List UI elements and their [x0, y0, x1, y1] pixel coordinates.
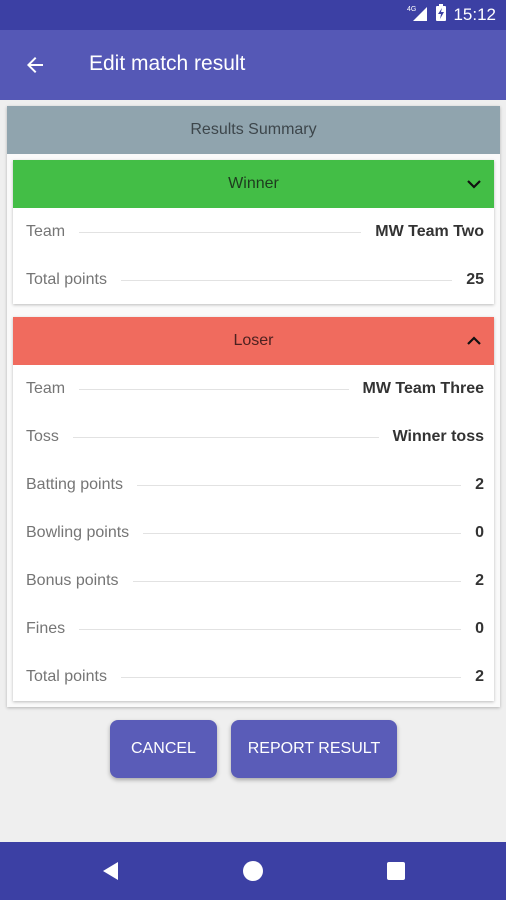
loser-fines-row: Fines 0	[13, 605, 494, 653]
navigation-bar	[0, 842, 506, 900]
row-label: Total points	[26, 271, 107, 288]
row-value: 0	[475, 524, 484, 541]
loser-header[interactable]: Loser	[13, 317, 494, 365]
row-value: MW Team Two	[375, 223, 484, 240]
page-title: Edit match result	[89, 52, 246, 75]
row-divider	[79, 628, 462, 630]
status-bar: 4G 15:12	[0, 0, 506, 30]
winner-total-points-row: Total points 25	[13, 256, 494, 304]
nav-home-icon[interactable]	[241, 859, 265, 883]
row-label: Team	[26, 223, 66, 240]
row-value: 2	[475, 572, 484, 589]
loser-toss-row: Toss Winner toss	[13, 413, 494, 461]
nav-recents-icon[interactable]	[384, 859, 408, 883]
row-value: 2	[475, 668, 484, 685]
loser-bowling-points-row: Bowling points 0	[13, 509, 494, 557]
loser-team-row: Team MW Team Three	[13, 365, 494, 413]
nav-back-icon[interactable]	[99, 859, 123, 883]
row-label: Bowling points	[26, 524, 130, 541]
row-divider	[132, 580, 462, 582]
arrow-left-icon[interactable]	[20, 50, 50, 80]
row-divider	[120, 676, 462, 678]
winner-team-row: Team MW Team Two	[13, 208, 494, 256]
winner-header-label: Winner	[228, 175, 279, 192]
row-divider	[136, 484, 462, 486]
loser-bonus-points-row: Bonus points 2	[13, 557, 494, 605]
row-value: 25	[466, 271, 484, 288]
signal-icon: 4G	[407, 4, 429, 27]
row-label: Fines	[26, 620, 66, 637]
row-value: MW Team Three	[362, 380, 485, 397]
row-divider	[79, 231, 362, 233]
row-label: Batting points	[26, 476, 123, 493]
results-summary-card: Results Summary Winner Team MW Team Two …	[7, 106, 500, 707]
loser-section: Loser Team MW Team Three Toss Winner tos…	[13, 317, 494, 701]
row-value: Winner toss	[392, 428, 484, 445]
loser-total-points-row: Total points 2	[13, 653, 494, 701]
loser-batting-points-row: Batting points 2	[13, 461, 494, 509]
winner-section: Winner Team MW Team Two Total points 25	[13, 160, 494, 304]
row-value: 2	[475, 476, 484, 493]
svg-text:4G: 4G	[407, 6, 416, 13]
report-result-button[interactable]: REPORT RESULT	[231, 720, 397, 778]
row-label: Team	[26, 380, 66, 397]
row-divider	[72, 436, 379, 438]
row-value: 0	[475, 620, 484, 637]
row-label: Total points	[26, 668, 107, 685]
status-icons: 4G 15:12	[407, 0, 496, 30]
results-summary-header: Results Summary	[7, 106, 500, 154]
chevron-down-icon[interactable]	[464, 174, 484, 194]
app-bar: Edit match result	[0, 30, 506, 100]
winner-header[interactable]: Winner	[13, 160, 494, 208]
row-divider	[143, 532, 462, 534]
row-divider	[120, 279, 453, 281]
clock: 15:12	[453, 5, 496, 24]
loser-header-label: Loser	[233, 332, 274, 349]
row-label: Toss	[26, 428, 59, 445]
battery-icon	[435, 3, 447, 27]
cancel-button[interactable]: CANCEL	[110, 720, 217, 778]
row-divider	[79, 388, 349, 390]
chevron-up-icon[interactable]	[464, 331, 484, 351]
row-label: Bonus points	[26, 572, 119, 589]
